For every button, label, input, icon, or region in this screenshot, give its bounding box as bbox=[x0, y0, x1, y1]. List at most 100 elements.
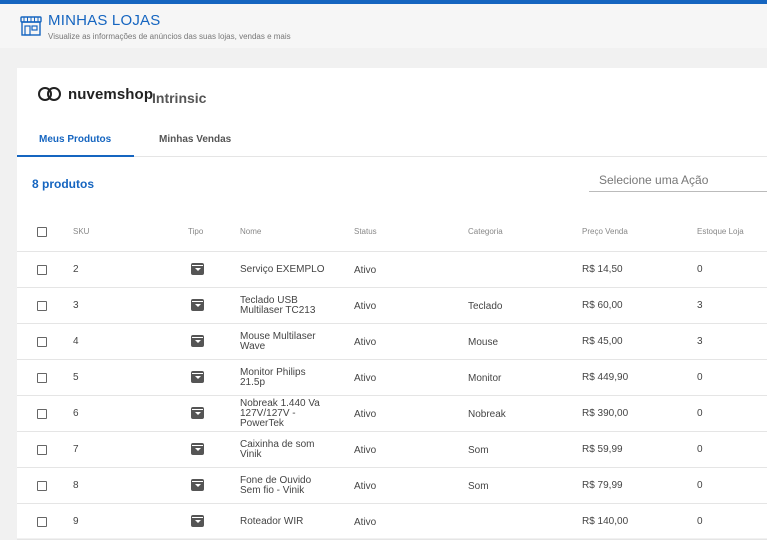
table-row[interactable]: 4 Mouse Multilaser Wave Ativo Mouse R$ 45,00 3 bbox=[17, 324, 767, 360]
row-checkbox[interactable] bbox=[37, 481, 47, 491]
cell-status: Ativo bbox=[354, 445, 377, 456]
product-box-icon bbox=[191, 263, 204, 275]
cell-status: Ativo bbox=[354, 409, 377, 420]
cell-nome[interactable]: Serviço EXEMPLO bbox=[240, 265, 332, 275]
product-box-icon bbox=[191, 515, 204, 527]
cell-nome-line: PowerTek bbox=[240, 418, 284, 429]
cell-status: Ativo bbox=[354, 337, 377, 348]
cell-nome[interactable]: Roteador WIR bbox=[240, 517, 332, 527]
column-header-nome[interactable]: Nome bbox=[240, 227, 261, 236]
cell-estoque-loja: 3 bbox=[697, 300, 703, 311]
table-row[interactable]: 2 Serviço EXEMPLO Ativo R$ 14,50 0 bbox=[17, 252, 767, 288]
cell-estoque-loja: 0 bbox=[697, 264, 703, 275]
row-checkbox[interactable] bbox=[37, 409, 47, 419]
cell-nome[interactable]: Nobreak 1.440 Va 127V/127V - PowerTek bbox=[240, 399, 332, 429]
table-row[interactable]: 6 Nobreak 1.440 Va 127V/127V - PowerTek Ativ… bbox=[17, 396, 767, 432]
cell-status: Ativo bbox=[354, 481, 377, 492]
cell-preco-venda: R$ 45,00 bbox=[582, 336, 623, 347]
cell-preco-venda: R$ 449,90 bbox=[582, 372, 629, 383]
page-header: MINHAS LOJAS Visualize as informações de… bbox=[0, 4, 767, 48]
cell-preco-venda: R$ 79,99 bbox=[582, 480, 623, 491]
page-title: MINHAS LOJAS bbox=[48, 12, 161, 29]
cell-nome-line: Vinik bbox=[240, 449, 262, 460]
cell-nome[interactable]: Mouse Multilaser Wave bbox=[240, 332, 332, 352]
cell-nome-line: Serviço EXEMPLO bbox=[240, 264, 325, 275]
cell-sku: 3 bbox=[73, 300, 79, 311]
cell-preco-venda: R$ 59,99 bbox=[582, 444, 623, 455]
cell-nome-line: Roteador WIR bbox=[240, 516, 304, 527]
brand-name: nuvemshop bbox=[68, 85, 154, 103]
nuvemshop-logo-icon bbox=[38, 87, 61, 101]
row-checkbox[interactable] bbox=[37, 337, 47, 347]
cell-estoque-loja: 0 bbox=[697, 516, 703, 527]
cell-categoria: Nobreak bbox=[468, 409, 506, 420]
table-header: SKU Tipo Nome Status Categoria Preço Ven… bbox=[17, 212, 767, 252]
tab-meus-produtos[interactable]: Meus Produtos bbox=[39, 134, 111, 145]
cell-status: Ativo bbox=[354, 301, 377, 312]
cell-categoria: Mouse bbox=[468, 337, 499, 348]
cell-categoria: Som bbox=[468, 445, 489, 456]
select-all-checkbox[interactable] bbox=[37, 227, 47, 237]
cell-categoria: Som bbox=[468, 481, 489, 492]
cell-status: Ativo bbox=[354, 373, 377, 384]
row-checkbox[interactable] bbox=[37, 445, 47, 455]
products-table: SKU Tipo Nome Status Categoria Preço Ven… bbox=[17, 212, 767, 540]
cell-sku: 8 bbox=[73, 480, 79, 491]
cell-nome[interactable]: Fone de Ouvido Sem fio - Vinik bbox=[240, 476, 332, 496]
column-header-estoque-loja[interactable]: Estoque Loja bbox=[697, 227, 744, 236]
cell-nome[interactable]: Caixinha de som Vinik bbox=[240, 440, 332, 460]
column-header-status[interactable]: Status bbox=[354, 227, 377, 236]
tab-bar: Meus Produtos Minhas Vendas bbox=[17, 124, 767, 157]
table-row[interactable]: 8 Fone de Ouvido Sem fio - Vinik Ativo Som R$… bbox=[17, 468, 767, 504]
cell-estoque-loja: 3 bbox=[697, 336, 703, 347]
cell-estoque-loja: 0 bbox=[697, 480, 703, 491]
cell-status: Ativo bbox=[354, 517, 377, 528]
product-box-icon bbox=[191, 335, 204, 347]
products-count: 8 produtos bbox=[32, 177, 94, 191]
cell-preco-venda: R$ 60,00 bbox=[582, 300, 623, 311]
cell-sku: 7 bbox=[73, 444, 79, 455]
tab-minhas-vendas[interactable]: Minhas Vendas bbox=[159, 134, 231, 145]
active-tab-indicator bbox=[17, 155, 134, 157]
table-row[interactable]: 3 Teclado USB Multilaser TC213 Ativo Teclado… bbox=[17, 288, 767, 324]
action-select[interactable]: Selecione uma Ação bbox=[589, 170, 767, 192]
column-header-categoria[interactable]: Categoria bbox=[468, 227, 503, 236]
product-box-icon bbox=[191, 371, 204, 383]
column-header-preco-venda[interactable]: Preço Venda bbox=[582, 227, 628, 236]
brand-logo: nuvemshop bbox=[37, 84, 153, 104]
table-row[interactable]: 5 Monitor Philips 21.5p Ativo Monitor R$ 449,… bbox=[17, 360, 767, 396]
cell-preco-venda: R$ 390,00 bbox=[582, 408, 629, 419]
cell-sku: 9 bbox=[73, 516, 79, 527]
column-header-sku[interactable]: SKU bbox=[73, 227, 89, 236]
product-box-icon bbox=[191, 443, 204, 455]
cell-nome-line: Wave bbox=[240, 341, 266, 352]
cell-sku: 6 bbox=[73, 408, 79, 419]
row-checkbox[interactable] bbox=[37, 301, 47, 311]
cell-nome-line: Multilaser TC213 bbox=[240, 305, 316, 316]
cell-nome-line: Sem fio - Vinik bbox=[240, 485, 305, 496]
cell-estoque-loja: 0 bbox=[697, 444, 703, 455]
table-row[interactable]: 9 Roteador WIR Ativo R$ 140,00 0 bbox=[17, 504, 767, 540]
cell-preco-venda: R$ 14,50 bbox=[582, 264, 623, 275]
cell-estoque-loja: 0 bbox=[697, 372, 703, 383]
cell-nome-line: 21.5p bbox=[240, 377, 266, 388]
table-body: 2 Serviço EXEMPLO Ativo R$ 14,50 0 3 Teclado U… bbox=[17, 252, 767, 540]
table-row[interactable]: 7 Caixinha de som Vinik Ativo Som R$ 59,99 0 bbox=[17, 432, 767, 468]
cell-sku: 4 bbox=[73, 336, 79, 347]
row-checkbox[interactable] bbox=[37, 373, 47, 383]
cell-nome[interactable]: Monitor Philips 21.5p bbox=[240, 368, 332, 388]
row-checkbox[interactable] bbox=[37, 265, 47, 275]
cell-sku: 2 bbox=[73, 264, 79, 275]
cell-nome[interactable]: Teclado USB Multilaser TC213 bbox=[240, 296, 332, 316]
column-header-tipo[interactable]: Tipo bbox=[188, 227, 203, 236]
cell-estoque-loja: 0 bbox=[697, 408, 703, 419]
cell-status: Ativo bbox=[354, 265, 377, 276]
row-checkbox[interactable] bbox=[37, 517, 47, 527]
product-box-icon bbox=[191, 479, 204, 491]
cell-preco-venda: R$ 140,00 bbox=[582, 516, 629, 527]
cell-categoria: Monitor bbox=[468, 373, 502, 384]
product-box-icon bbox=[191, 407, 204, 419]
store-icon bbox=[20, 16, 42, 36]
page-subtitle: Visualize as informações de anúncios das… bbox=[48, 32, 291, 41]
cell-sku: 5 bbox=[73, 372, 79, 383]
